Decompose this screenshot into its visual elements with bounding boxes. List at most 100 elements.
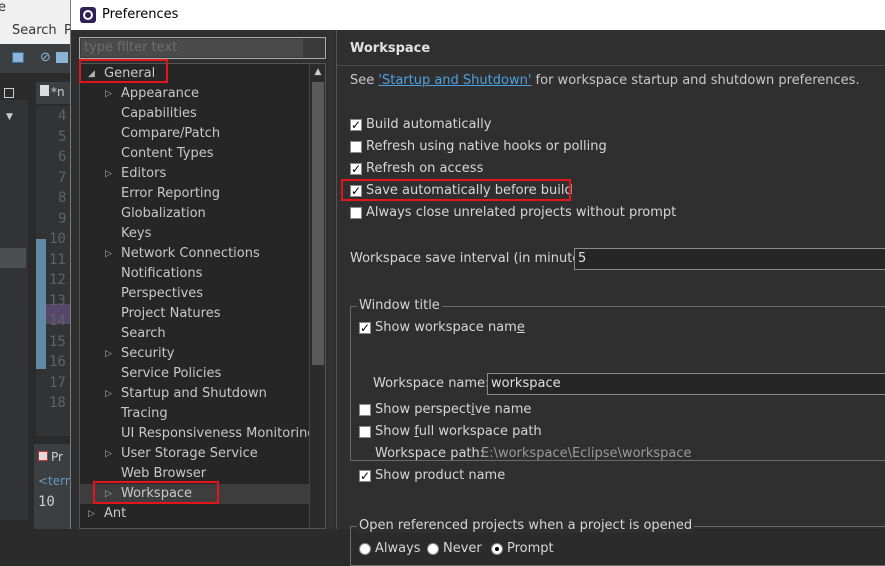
editor-tab-label: *n bbox=[51, 85, 65, 99]
scroll-up-icon[interactable]: ▲ bbox=[312, 66, 324, 78]
checkbox-icon[interactable] bbox=[359, 404, 371, 416]
checkbox-icon[interactable] bbox=[350, 115, 362, 135]
startup-shutdown-link[interactable]: 'Startup and Shutdown' bbox=[378, 73, 531, 88]
tree-item-service-policies[interactable]: Service Policies bbox=[80, 364, 309, 384]
expand-arrow-icon[interactable]: ▷ bbox=[105, 444, 115, 464]
tree-item-label: Globalization bbox=[121, 206, 206, 221]
line-number: 15 bbox=[49, 333, 66, 350]
problems-icon bbox=[38, 451, 48, 461]
line-number: 8 bbox=[58, 190, 67, 206]
tree-item-editors[interactable]: ▷ Editors bbox=[80, 164, 309, 184]
tree-item-general[interactable]: ◢ General bbox=[80, 64, 309, 84]
collapse-arrow-icon[interactable]: ◢ bbox=[88, 64, 98, 84]
open-referenced-legend: Open referenced projects when a project … bbox=[357, 518, 695, 533]
tree-item-notifications[interactable]: Notifications bbox=[80, 264, 309, 284]
expand-arrow-icon[interactable]: ▷ bbox=[88, 504, 98, 524]
show-workspace-name-label: Show workspace name bbox=[375, 320, 525, 335]
java-file-icon bbox=[40, 85, 49, 96]
tree-item-ant[interactable]: ▷ Ant bbox=[80, 504, 309, 524]
radio-label: Always bbox=[375, 541, 421, 556]
tree-item-startup-and-shutdown[interactable]: ▷ Startup and Shutdown bbox=[80, 384, 309, 404]
view-menu-icon[interactable] bbox=[4, 88, 14, 98]
save-interval-input[interactable]: 5 bbox=[574, 248, 885, 270]
tree-item-label: Web Browser bbox=[121, 466, 207, 481]
panel-divider[interactable] bbox=[329, 30, 333, 529]
link-icon[interactable]: ⊘ bbox=[40, 50, 51, 65]
tree-item-label: Error Reporting bbox=[121, 186, 221, 201]
checkbox-icon[interactable] bbox=[350, 181, 362, 201]
tree-item-label: Editors bbox=[121, 166, 167, 181]
menu-edit-fragment[interactable]: e bbox=[0, 0, 6, 15]
editor-tab[interactable]: *n bbox=[36, 82, 70, 104]
workspace-page: Workspace See 'Startup and Shutdown' for… bbox=[336, 30, 885, 566]
radio-icon[interactable] bbox=[359, 543, 371, 555]
preferences-dialog: Preferences type filter text ◢ General ▷ Ap… bbox=[70, 0, 885, 566]
preferences-tree: ◢ General ▷ Appearance Capabilities Compare/P… bbox=[79, 63, 326, 529]
line-number: 9 bbox=[58, 210, 67, 227]
tree-item-label: Keys bbox=[121, 226, 152, 241]
expand-arrow-icon[interactable]: ▷ bbox=[105, 164, 115, 184]
scroll-thumb[interactable] bbox=[312, 82, 324, 365]
tree-item-security[interactable]: ▷ Security bbox=[80, 344, 309, 364]
checkbox-label: Save automatically before build bbox=[366, 183, 573, 198]
selected-explorer-row[interactable] bbox=[0, 248, 26, 268]
tree-item-tracing[interactable]: Tracing bbox=[80, 404, 309, 424]
expand-arrow-icon[interactable]: ▷ bbox=[105, 384, 115, 404]
dropdown-icon[interactable]: ▼ bbox=[6, 112, 13, 122]
workspace-name-input[interactable]: workspace bbox=[487, 373, 885, 395]
tree-item-project-natures[interactable]: Project Natures bbox=[80, 304, 309, 324]
toolbar-icon[interactable] bbox=[56, 52, 68, 63]
radio-label: Prompt bbox=[507, 541, 554, 556]
workspace-path-value: E:\workspace\Eclipse\workspace bbox=[481, 446, 692, 461]
tree-item-label: Perspectives bbox=[121, 286, 204, 301]
expand-arrow-icon[interactable]: ▷ bbox=[105, 244, 115, 264]
problems-tab[interactable]: Pr bbox=[38, 450, 63, 464]
tree-item-ui-responsiveness-monitoring[interactable]: UI Responsiveness Monitoring bbox=[80, 424, 316, 444]
see-startup-text: See 'Startup and Shutdown' for workspace… bbox=[350, 73, 860, 88]
tree-item-label: Search bbox=[121, 326, 166, 341]
tree-scrollbar[interactable]: ▲ bbox=[309, 64, 325, 528]
menu-search[interactable]: Search bbox=[12, 23, 57, 38]
dialog-titlebar[interactable]: Preferences bbox=[71, 0, 885, 30]
line-number: 14 bbox=[49, 313, 66, 329]
tree-item-keys[interactable]: Keys bbox=[80, 224, 309, 244]
line-number: 6 bbox=[58, 149, 67, 165]
tree-item-label: Project Natures bbox=[121, 306, 221, 321]
expand-arrow-icon[interactable]: ▷ bbox=[105, 84, 115, 104]
toolbar-icon[interactable] bbox=[12, 52, 24, 63]
tree-item-appearance[interactable]: ▷ Appearance bbox=[80, 84, 309, 104]
workspace-name-label: Workspace name: bbox=[373, 376, 490, 391]
preferences-tree-panel: type filter text ◢ General ▷ Appearance Capa… bbox=[79, 37, 326, 529]
tree-item-compare-patch[interactable]: Compare/Patch bbox=[80, 124, 309, 144]
checkbox-icon[interactable] bbox=[350, 207, 362, 219]
tree-item-label: Appearance bbox=[121, 86, 200, 101]
line-number: 10 bbox=[49, 231, 66, 247]
tree-item-error-reporting[interactable]: Error Reporting bbox=[80, 184, 309, 204]
expand-arrow-icon[interactable]: ▷ bbox=[105, 344, 115, 364]
tree-item-web-browser[interactable]: Web Browser bbox=[80, 464, 309, 484]
checkbox-icon[interactable] bbox=[359, 318, 371, 338]
radio-icon[interactable] bbox=[427, 543, 439, 555]
tree-item-label: Capabilities bbox=[121, 106, 197, 121]
tree-item-network-connections[interactable]: ▷ Network Connections bbox=[80, 244, 309, 264]
line-number: 12 bbox=[49, 272, 66, 288]
tree-item-search[interactable]: Search bbox=[80, 324, 309, 344]
tree-item-workspace[interactable]: ▷ Workspace bbox=[80, 484, 309, 504]
tree-item-label: Service Policies bbox=[121, 366, 222, 381]
tree-item-user-storage-service[interactable]: ▷ User Storage Service bbox=[80, 444, 309, 464]
checkbox-icon[interactable] bbox=[350, 141, 362, 153]
expand-arrow-icon[interactable]: ▷ bbox=[105, 484, 115, 504]
checkbox-icon[interactable] bbox=[359, 466, 371, 486]
tree-item-perspectives[interactable]: Perspectives bbox=[80, 284, 309, 304]
filter-input[interactable]: type filter text bbox=[79, 37, 326, 59]
ide-menubar-fragment: e Search P bbox=[0, 0, 72, 44]
line-number: 5 bbox=[58, 128, 67, 145]
tree-item-globalization[interactable]: Globalization bbox=[80, 204, 309, 224]
checkbox-icon[interactable] bbox=[359, 426, 371, 438]
tree-item-label: Tracing bbox=[121, 406, 168, 421]
radio-icon[interactable] bbox=[491, 543, 503, 555]
tree-item-content-types[interactable]: Content Types bbox=[80, 144, 309, 164]
tree-item-capabilities[interactable]: Capabilities bbox=[80, 104, 309, 124]
line-number: 4 bbox=[58, 108, 67, 124]
checkbox-icon[interactable] bbox=[350, 159, 362, 179]
